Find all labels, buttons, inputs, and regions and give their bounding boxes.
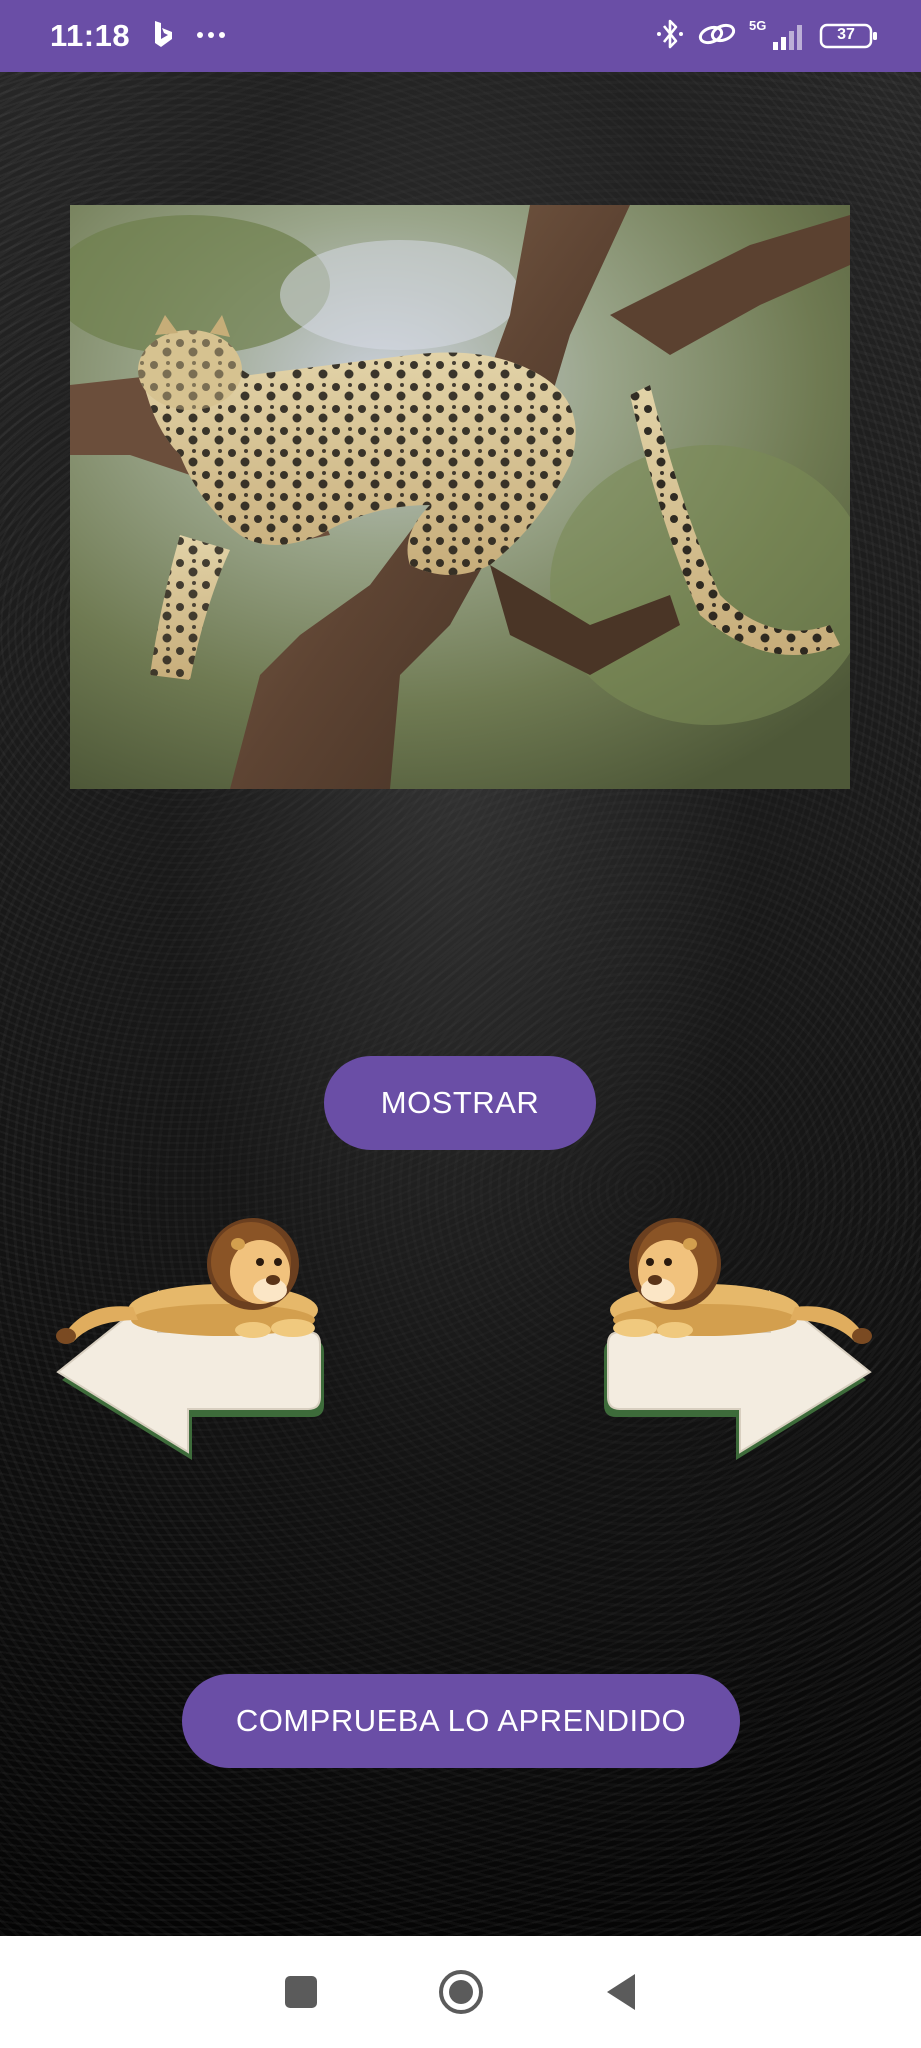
previous-button[interactable] xyxy=(48,1202,338,1462)
leopard-photo xyxy=(70,205,850,789)
app-content: MOSTRAR COMPRUEBA LO APRENDIDO xyxy=(0,72,921,1936)
more-dots-icon xyxy=(196,27,226,45)
signal-5g-icon: 5G xyxy=(749,18,807,52)
status-bar: 11:18 5G 37 xyxy=(0,0,921,72)
back-triangle-icon[interactable] xyxy=(596,1967,646,2017)
status-left: 11:18 xyxy=(50,18,226,54)
home-circle-icon[interactable] xyxy=(436,1967,486,2017)
status-time: 11:18 xyxy=(50,18,131,53)
bluetooth-icon xyxy=(655,17,685,56)
bing-icon xyxy=(152,19,174,54)
battery-icon: 37 xyxy=(819,22,879,50)
status-right: 5G 37 xyxy=(655,17,879,56)
quiz-button[interactable]: COMPRUEBA LO APRENDIDO xyxy=(182,1674,740,1768)
link-icon xyxy=(697,19,737,54)
show-button[interactable]: MOSTRAR xyxy=(324,1056,596,1150)
recents-square-icon[interactable] xyxy=(276,1967,326,2017)
next-button[interactable] xyxy=(590,1202,880,1462)
battery-level: 37 xyxy=(837,26,855,43)
system-nav-bar xyxy=(0,1936,921,2048)
lion-right-arrow-icon xyxy=(604,1218,872,1460)
lion-left-arrow-icon xyxy=(56,1218,324,1460)
